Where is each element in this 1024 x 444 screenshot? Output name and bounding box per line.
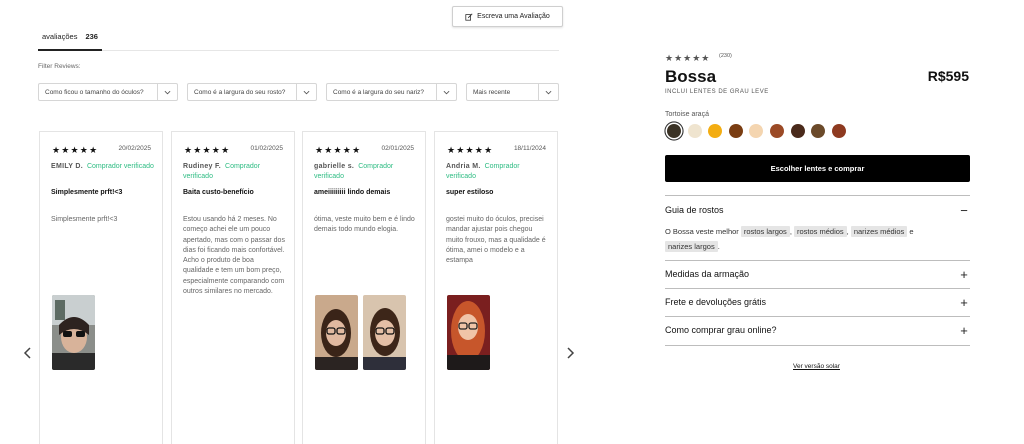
- accordion-shipping-returns-label: Frete e devoluções grátis: [665, 297, 767, 307]
- product-price: R$595: [927, 68, 969, 84]
- filter-nose-width-value: Como é a largura do seu nariz?: [333, 88, 425, 96]
- review-photo[interactable]: [52, 295, 95, 370]
- color-swatch[interactable]: [790, 124, 805, 138]
- reviews-tabs: avaliações 236: [38, 30, 559, 51]
- product-name: Bossa: [665, 67, 717, 86]
- review-photo[interactable]: [315, 295, 358, 370]
- reviewer-name: gabrielle s.: [314, 163, 355, 170]
- edit-icon: [465, 12, 473, 21]
- review-title: super estiloso: [446, 189, 494, 196]
- product-rating-stars: ★★★★★: [665, 53, 711, 63]
- color-swatch[interactable]: [687, 124, 702, 138]
- review-photo[interactable]: [447, 295, 490, 370]
- accordion-face-guide[interactable]: Guia de rostos −: [665, 202, 970, 218]
- solar-version-link[interactable]: Ver versão solar: [793, 363, 840, 370]
- divider: [665, 195, 970, 196]
- filter-size-select[interactable]: Como ficou o tamanho do óculos?: [38, 83, 178, 101]
- tab-reviews-count: 236: [85, 32, 98, 41]
- filter-nose-width-select[interactable]: Como é a largura do seu nariz?: [326, 83, 457, 101]
- color-swatch[interactable]: [667, 124, 681, 138]
- review-card: ★★★★★ 18/11/2024 Andria M. Comprador veri…: [434, 131, 558, 444]
- divider: [665, 345, 970, 346]
- accordion-shipping-returns[interactable]: Frete e devoluções grátis +: [665, 294, 970, 310]
- product-rating-count: (230): [719, 53, 732, 59]
- accordion-face-guide-label: Guia de rostos: [665, 205, 724, 215]
- plus-icon: +: [960, 294, 968, 310]
- divider: [665, 316, 970, 317]
- filter-face-width-value: Como é a largura do seu rosto?: [194, 88, 286, 96]
- review-title: ameiiiiiiiii lindo demais: [314, 189, 391, 196]
- review-title: Simplesmente prft!<3: [51, 189, 123, 196]
- review-body: gostei muito do óculos, precisei mandar …: [446, 216, 546, 265]
- reviewer: Andria M. Comprador verificado: [446, 162, 549, 182]
- reviewer: gabrielle s. Comprador verificado: [314, 162, 417, 182]
- review-date: 01/02/2025: [250, 145, 283, 152]
- reviewer-name: EMILY D.: [51, 163, 83, 170]
- filter-face-width-select[interactable]: Como é a largura do seu rosto?: [187, 83, 317, 101]
- face-guide-text: O Bossa veste melhor rostos largos, rost…: [665, 226, 914, 252]
- review-date: 02/01/2025: [381, 145, 414, 152]
- review-stars: ★★★★★: [447, 145, 494, 155]
- accordion-frame-measurements-label: Medidas da armação: [665, 269, 750, 279]
- reviewer-name: Andria M.: [446, 163, 481, 170]
- face-chip: narizes médios: [850, 226, 908, 237]
- review-title: Baita custo-benefício: [183, 189, 254, 196]
- divider: [665, 288, 970, 289]
- plus-icon: +: [960, 266, 968, 282]
- review-stars: ★★★★★: [52, 145, 99, 155]
- chevron-down-icon: [157, 84, 177, 100]
- chevron-right-icon: [567, 347, 575, 359]
- accordion-frame-measurements[interactable]: Medidas da armação +: [665, 266, 970, 282]
- face-guide-intro: O Bossa veste melhor: [665, 227, 739, 236]
- review-card: ★★★★★ 02/01/2025 gabrielle s. Comprador v…: [302, 131, 426, 444]
- color-swatch[interactable]: [749, 124, 764, 138]
- write-review-button[interactable]: Escreva uma Avaliação: [452, 6, 563, 27]
- selected-color-label: Tortoise araçá: [665, 111, 709, 118]
- sort-value: Mais recente: [473, 88, 511, 96]
- tab-reviews-label: avaliações: [42, 32, 78, 41]
- color-swatch[interactable]: [708, 124, 723, 138]
- reviewer: Rudiney F. Comprador verificado: [183, 162, 286, 182]
- tab-reviews[interactable]: avaliações 236: [38, 30, 102, 51]
- choose-lenses-buy-button[interactable]: Escolher lentes e comprar: [665, 155, 970, 182]
- review-stars: ★★★★★: [315, 145, 362, 155]
- color-swatch[interactable]: [769, 124, 784, 138]
- minus-icon: −: [960, 202, 968, 218]
- review-card: ★★★★★ 01/02/2025 Rudiney F. Comprador ver…: [171, 131, 295, 444]
- verified-buyer-badge: Comprador verificado: [86, 163, 154, 170]
- filter-reviews-label: Filter Reviews:: [38, 63, 81, 70]
- face-chip: rostos largos: [740, 226, 790, 237]
- color-swatch[interactable]: [831, 124, 846, 138]
- carousel-next-arrow[interactable]: [564, 346, 576, 360]
- review-stars: ★★★★★: [184, 145, 231, 155]
- sort-select[interactable]: Mais recente: [466, 83, 559, 101]
- chevron-down-icon: [296, 84, 316, 100]
- product-subtitle: INCLUI LENTES DE GRAU LEVE: [665, 89, 769, 95]
- review-body: Simplesmente prft!<3: [51, 216, 118, 223]
- review-body: ótima, veste muito bem e é lindo demais …: [314, 216, 415, 234]
- color-swatch[interactable]: [728, 124, 743, 138]
- review-date: 18/11/2024: [513, 145, 546, 152]
- divider: [665, 260, 970, 261]
- chevron-left-icon: [23, 347, 31, 359]
- face-chip: narizes largos: [665, 241, 718, 252]
- carousel-prev-arrow[interactable]: [22, 346, 34, 360]
- review-photo[interactable]: [363, 295, 406, 370]
- review-body: Estou usando há 2 meses. No começo achei…: [183, 216, 285, 296]
- write-review-label: Escreva uma Avaliação: [477, 13, 550, 20]
- reviewer: EMILY D. Comprador verificado: [51, 162, 154, 172]
- reviewer-name: Rudiney F.: [183, 163, 222, 170]
- filter-size-value: Como ficou o tamanho do óculos?: [45, 88, 144, 96]
- face-chip: rostos médios: [793, 226, 847, 237]
- chevron-down-icon: [436, 84, 456, 100]
- review-date: 20/02/2025: [118, 145, 151, 152]
- chevron-down-icon: [538, 84, 558, 100]
- face-guide-and: e: [909, 227, 914, 236]
- color-swatches: [667, 124, 846, 138]
- accordion-buy-prescription-online-label: Como comprar grau online?: [665, 325, 777, 335]
- plus-icon: +: [960, 322, 968, 338]
- review-card: ★★★★★ 20/02/2025 EMILY D. Comprador verif…: [39, 131, 163, 444]
- color-swatch[interactable]: [811, 124, 826, 138]
- accordion-buy-prescription-online[interactable]: Como comprar grau online? +: [665, 322, 970, 338]
